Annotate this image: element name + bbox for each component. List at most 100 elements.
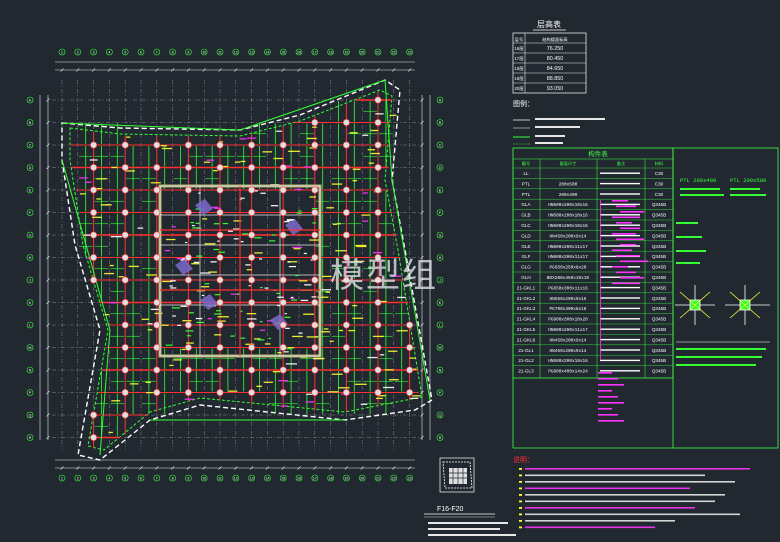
axis-label: 22 [392,477,396,481]
member-section: HN600x200x11x17 [548,255,588,260]
column [121,186,129,194]
core-detail [291,296,294,299]
beam-label-mark [292,335,303,338]
beam-label-mark [370,152,380,155]
column [216,321,224,329]
core-detail [169,285,173,287]
member-material: Q345B [652,223,666,228]
beam-label-mark [213,207,221,209]
beam-label-mark [285,327,290,330]
column [342,164,350,172]
column [374,141,382,149]
note-number-mark [519,474,522,477]
axis-label: 17 [313,477,317,481]
column [279,164,287,172]
member-note-mark [600,172,640,174]
column [279,186,287,194]
rebar-note-mark [612,233,636,235]
beam-label-mark [147,329,153,331]
core-detail [312,222,316,224]
column [311,366,319,374]
member-material: Q345B [652,358,666,363]
note-text-mark [525,468,750,470]
axis-label: M [439,346,442,350]
member-id: 21-GL1 [518,348,534,353]
beam-label-mark [320,331,331,333]
beam-label-mark [150,182,161,184]
beam-label-mark [396,330,408,332]
beam-label-mark [239,138,247,140]
member-material: Q345B [652,213,666,218]
column [374,164,382,172]
beam-label-mark [384,369,394,371]
axis-label: 13 [250,51,254,55]
column [248,321,256,329]
beam-label-mark [306,336,319,338]
rebar-note-mark [620,244,636,246]
beam-label-mark [292,246,303,249]
axis-label: J [29,279,31,283]
beam-label-mark [217,320,226,322]
column [184,186,192,194]
axis-label: 20 [360,477,364,481]
member-note-mark [600,193,640,195]
column [279,141,287,149]
core-detail [188,312,194,314]
beam-label-mark [137,227,144,229]
beam-label-mark [375,113,384,115]
member-material: C30 [655,181,664,186]
column [374,209,382,217]
axis-label: 6 [140,477,142,481]
axis-label: 1 [61,51,63,55]
core-detail [180,305,188,307]
beam-label-mark [217,316,229,318]
beam-label-mark [361,214,370,216]
beam-label-mark [104,313,110,316]
axis-label: 12 [234,477,238,481]
axis-label: 12 [234,51,238,55]
axis-label: 19 [344,51,348,55]
axis-label: 13 [250,477,254,481]
axis-label: 18 [329,477,333,481]
axis-label: H [29,256,32,260]
column [153,164,161,172]
core-detail [227,230,233,232]
column [248,366,256,374]
member-material: Q345B [652,348,666,353]
beam-label-mark [362,220,369,222]
core-detail [242,233,249,235]
core-detail [311,296,317,298]
beam-label-mark [370,129,379,132]
core-detail [304,284,312,286]
column [90,411,98,419]
column [153,254,161,262]
beam-label-mark [100,204,112,206]
notes-title: 说明： [513,455,534,464]
core-detail [218,251,226,253]
beam-label-mark [214,334,222,336]
member-note-mark [600,224,640,226]
column [248,164,256,172]
column [153,298,161,306]
core-detail [170,280,176,282]
column [342,119,350,127]
core-detail [230,335,235,337]
note-text-mark [525,481,735,483]
beam-label-mark [348,329,356,332]
axis-label: 11 [218,477,222,481]
column [153,231,161,239]
beam-label-mark [110,236,122,238]
member-section: PG700x300x8x18 [550,307,587,312]
member-note-mark [600,328,640,330]
column [279,321,287,329]
beam-label-mark [355,383,367,385]
core-detail [284,313,287,315]
column [121,411,129,419]
column [342,141,350,149]
member-id: 21-GKL3 [517,306,536,311]
beam-label-mark [256,385,263,387]
core-detail [172,315,176,317]
column [311,186,319,194]
axis-label: 11 [218,51,222,55]
core-detail [191,225,195,227]
